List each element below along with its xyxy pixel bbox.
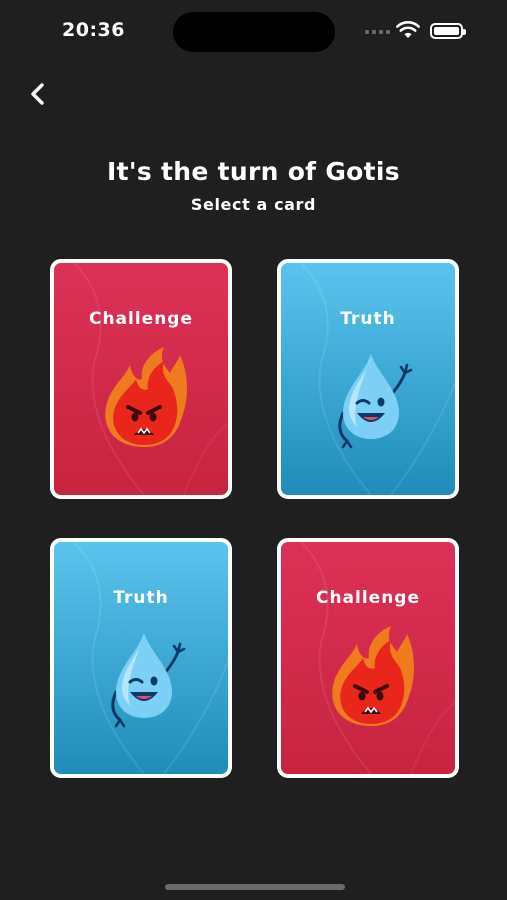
dynamic-island [173, 12, 335, 52]
angry-flame-icon [105, 347, 187, 447]
card-label: Truth [113, 588, 169, 608]
card-label: Challenge [315, 588, 421, 608]
card-label: Truth [340, 309, 396, 329]
page-subtitle: Select a card [190, 195, 317, 214]
wifi-icon [396, 21, 420, 38]
status-time: 20:36 [62, 19, 125, 41]
challenge-card[interactable]: Challenge [50, 259, 232, 499]
battery-icon [430, 23, 466, 39]
truth-card[interactable]: Truth [277, 259, 459, 499]
page-title: It's the turn of Gotis [107, 157, 400, 186]
home-indicator[interactable] [165, 884, 345, 890]
signal-icon [365, 30, 390, 34]
back-button[interactable] [22, 78, 54, 110]
winking-water-drop-icon [338, 353, 413, 449]
angry-flame-icon [332, 626, 414, 726]
status-bar: 20:36 [0, 0, 507, 62]
challenge-card[interactable]: Challenge [277, 538, 459, 778]
card-label: Challenge [88, 309, 194, 329]
truth-card[interactable]: Truth [50, 538, 232, 778]
chevron-left-icon [31, 83, 44, 105]
winking-water-drop-icon [111, 632, 186, 728]
